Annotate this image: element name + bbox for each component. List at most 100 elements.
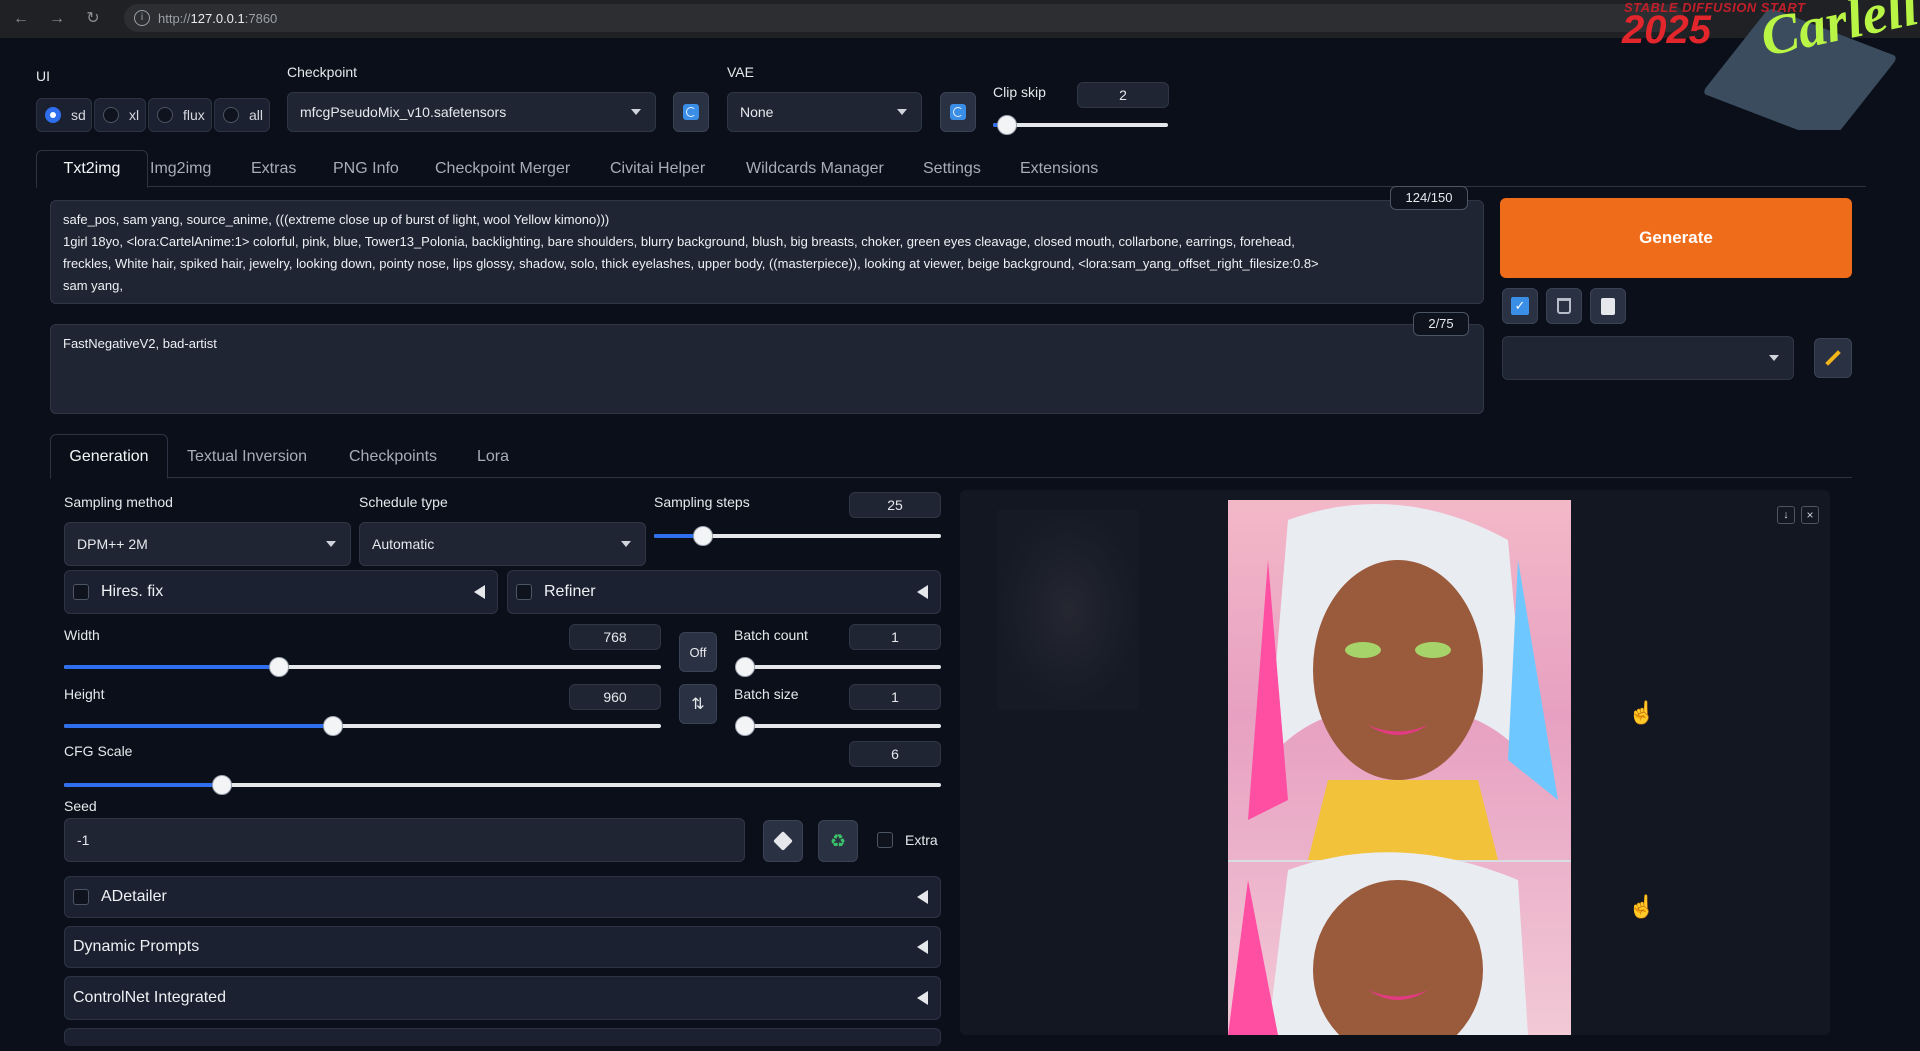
url-text: http://127.0.0.1:7860	[158, 11, 278, 26]
styles-dropdown[interactable]	[1502, 336, 1794, 380]
refiner-accordion[interactable]: Refiner	[507, 570, 941, 614]
tab-civitai-helper[interactable]: Civitai Helper	[610, 160, 705, 178]
slider-thumb[interactable]	[322, 716, 343, 736]
ui-label: UI	[36, 68, 50, 84]
collapse-triangle-icon	[917, 585, 928, 599]
slider-thumb[interactable]	[735, 657, 755, 677]
width-slider[interactable]	[64, 657, 661, 677]
checkpoint-dropdown[interactable]: mfcgPseudoMix_v10.safetensors	[287, 92, 656, 132]
edit-styles-button[interactable]	[1814, 338, 1852, 378]
vae-refresh-button[interactable]	[940, 92, 976, 132]
logo-year: 2025	[1622, 8, 1711, 52]
sampling-method-label: Sampling method	[64, 494, 173, 510]
forward-icon[interactable]: →	[46, 8, 68, 30]
style-toggle-button[interactable]: ✓	[1502, 288, 1538, 324]
generate-button[interactable]: Generate	[1500, 198, 1852, 278]
collapse-triangle-icon	[474, 585, 485, 599]
tab-png-info[interactable]: PNG Info	[333, 160, 399, 178]
vae-label: VAE	[727, 64, 754, 80]
dice-icon	[773, 831, 793, 851]
extra-checkbox[interactable]	[877, 832, 893, 848]
address-bar[interactable]: i http://127.0.0.1:7860	[124, 4, 1684, 32]
tab-img2img[interactable]: Img2img	[150, 160, 211, 178]
pointer-cursor-icon: ☝	[1628, 894, 1656, 919]
prompt-token-counter: 124/150	[1390, 186, 1468, 210]
tab-txt2img[interactable]: Txt2img	[36, 150, 148, 188]
clear-prompt-button[interactable]	[1546, 288, 1582, 324]
sampling-steps-input[interactable]: 25	[849, 492, 941, 518]
batch-count-label: Batch count	[734, 627, 808, 643]
schedule-type-dropdown[interactable]: Automatic	[359, 522, 646, 566]
batch-size-input[interactable]: 1	[849, 684, 941, 710]
slider-thumb[interactable]	[692, 526, 713, 546]
seed-input[interactable]: -1	[64, 818, 745, 862]
vae-dropdown[interactable]: None	[727, 92, 922, 132]
batch-count-input[interactable]: 1	[849, 624, 941, 650]
height-slider[interactable]	[64, 716, 661, 736]
prompt-textarea[interactable]: safe_pos, sam yang, source_anime, (((ext…	[50, 200, 1484, 304]
slider-thumb[interactable]	[211, 775, 232, 795]
reuse-seed-button[interactable]: ♻	[818, 820, 858, 862]
paste-button[interactable]	[1590, 288, 1626, 324]
negative-prompt-textarea[interactable]: FastNegativeV2, bad-artist	[50, 324, 1484, 414]
adetailer-checkbox[interactable]	[73, 889, 89, 905]
sampling-method-dropdown[interactable]: DPM++ 2M	[64, 522, 351, 566]
slider-thumb[interactable]	[268, 657, 289, 677]
dynamic-prompts-accordion[interactable]: Dynamic Prompts	[64, 926, 941, 968]
tab-wildcards-manager[interactable]: Wildcards Manager	[746, 160, 884, 178]
chevron-down-icon	[897, 109, 907, 115]
hires-off-button[interactable]: Off	[679, 632, 717, 672]
slider-fill	[64, 724, 333, 728]
extra-seed-option[interactable]: Extra	[877, 832, 938, 848]
hires-fix-checkbox[interactable]	[73, 584, 89, 600]
channel-logo: STABLE DIFFUSION START 2025 Carlell	[1620, 0, 1920, 130]
tab-generation[interactable]: Generation	[50, 434, 168, 479]
tab-checkpoints[interactable]: Checkpoints	[349, 448, 437, 466]
generated-image[interactable]	[1228, 500, 1571, 1035]
collapse-triangle-icon	[917, 890, 928, 904]
recycle-icon: ♻	[829, 830, 847, 851]
ui-option-sd[interactable]: sd	[36, 98, 92, 132]
tab-textual-inversion[interactable]: Textual Inversion	[187, 448, 307, 466]
checkpoint-refresh-button[interactable]	[673, 92, 709, 132]
ui-option-xl[interactable]: xl	[94, 98, 146, 132]
clip-skip-input[interactable]: 2	[1077, 82, 1169, 108]
height-input[interactable]: 960	[569, 684, 661, 710]
tab-lora[interactable]: Lora	[477, 448, 509, 466]
adetailer-accordion[interactable]: ADetailer	[64, 876, 941, 918]
negative-token-counter: 2/75	[1413, 312, 1469, 336]
batch-count-slider[interactable]	[735, 657, 941, 677]
width-label: Width	[64, 627, 100, 643]
slider-thumb[interactable]	[997, 115, 1017, 135]
tab-extensions[interactable]: Extensions	[1020, 160, 1098, 178]
ui-option-flux[interactable]: flux	[148, 98, 212, 132]
tab-extras[interactable]: Extras	[251, 160, 296, 178]
slider-fill	[64, 783, 222, 787]
cfg-scale-slider[interactable]	[64, 775, 941, 795]
portrait-illustration	[1228, 504, 1571, 1035]
checkmark-icon: ✓	[1511, 297, 1529, 315]
close-icon[interactable]: ×	[1801, 506, 1819, 524]
tab-checkpoint-merger[interactable]: Checkpoint Merger	[435, 160, 570, 178]
cfg-scale-input[interactable]: 6	[849, 741, 941, 767]
back-icon[interactable]: ←	[10, 8, 32, 30]
sampling-steps-slider[interactable]	[654, 526, 941, 546]
refresh-icon	[683, 104, 699, 120]
swap-dimensions-button[interactable]: ⇅	[679, 684, 717, 724]
reload-icon[interactable]: ↻	[82, 8, 104, 30]
slider-thumb[interactable]	[735, 716, 755, 736]
schedule-type-label: Schedule type	[359, 494, 448, 510]
output-gallery: ↓ × ☝ ☝	[960, 490, 1830, 1035]
site-info-icon[interactable]: i	[134, 10, 150, 26]
batch-size-slider[interactable]	[735, 716, 941, 736]
refiner-checkbox[interactable]	[516, 584, 532, 600]
thumbnail-blurred[interactable]	[998, 510, 1138, 710]
clip-skip-slider[interactable]	[993, 115, 1168, 135]
hires-fix-accordion[interactable]: Hires. fix	[64, 570, 498, 614]
download-icon[interactable]: ↓	[1777, 506, 1795, 524]
random-seed-button[interactable]	[763, 820, 803, 862]
tab-settings[interactable]: Settings	[923, 160, 981, 178]
ui-option-all[interactable]: all	[214, 98, 270, 132]
width-input[interactable]: 768	[569, 624, 661, 650]
controlnet-accordion[interactable]: ControlNet Integrated	[64, 976, 941, 1020]
